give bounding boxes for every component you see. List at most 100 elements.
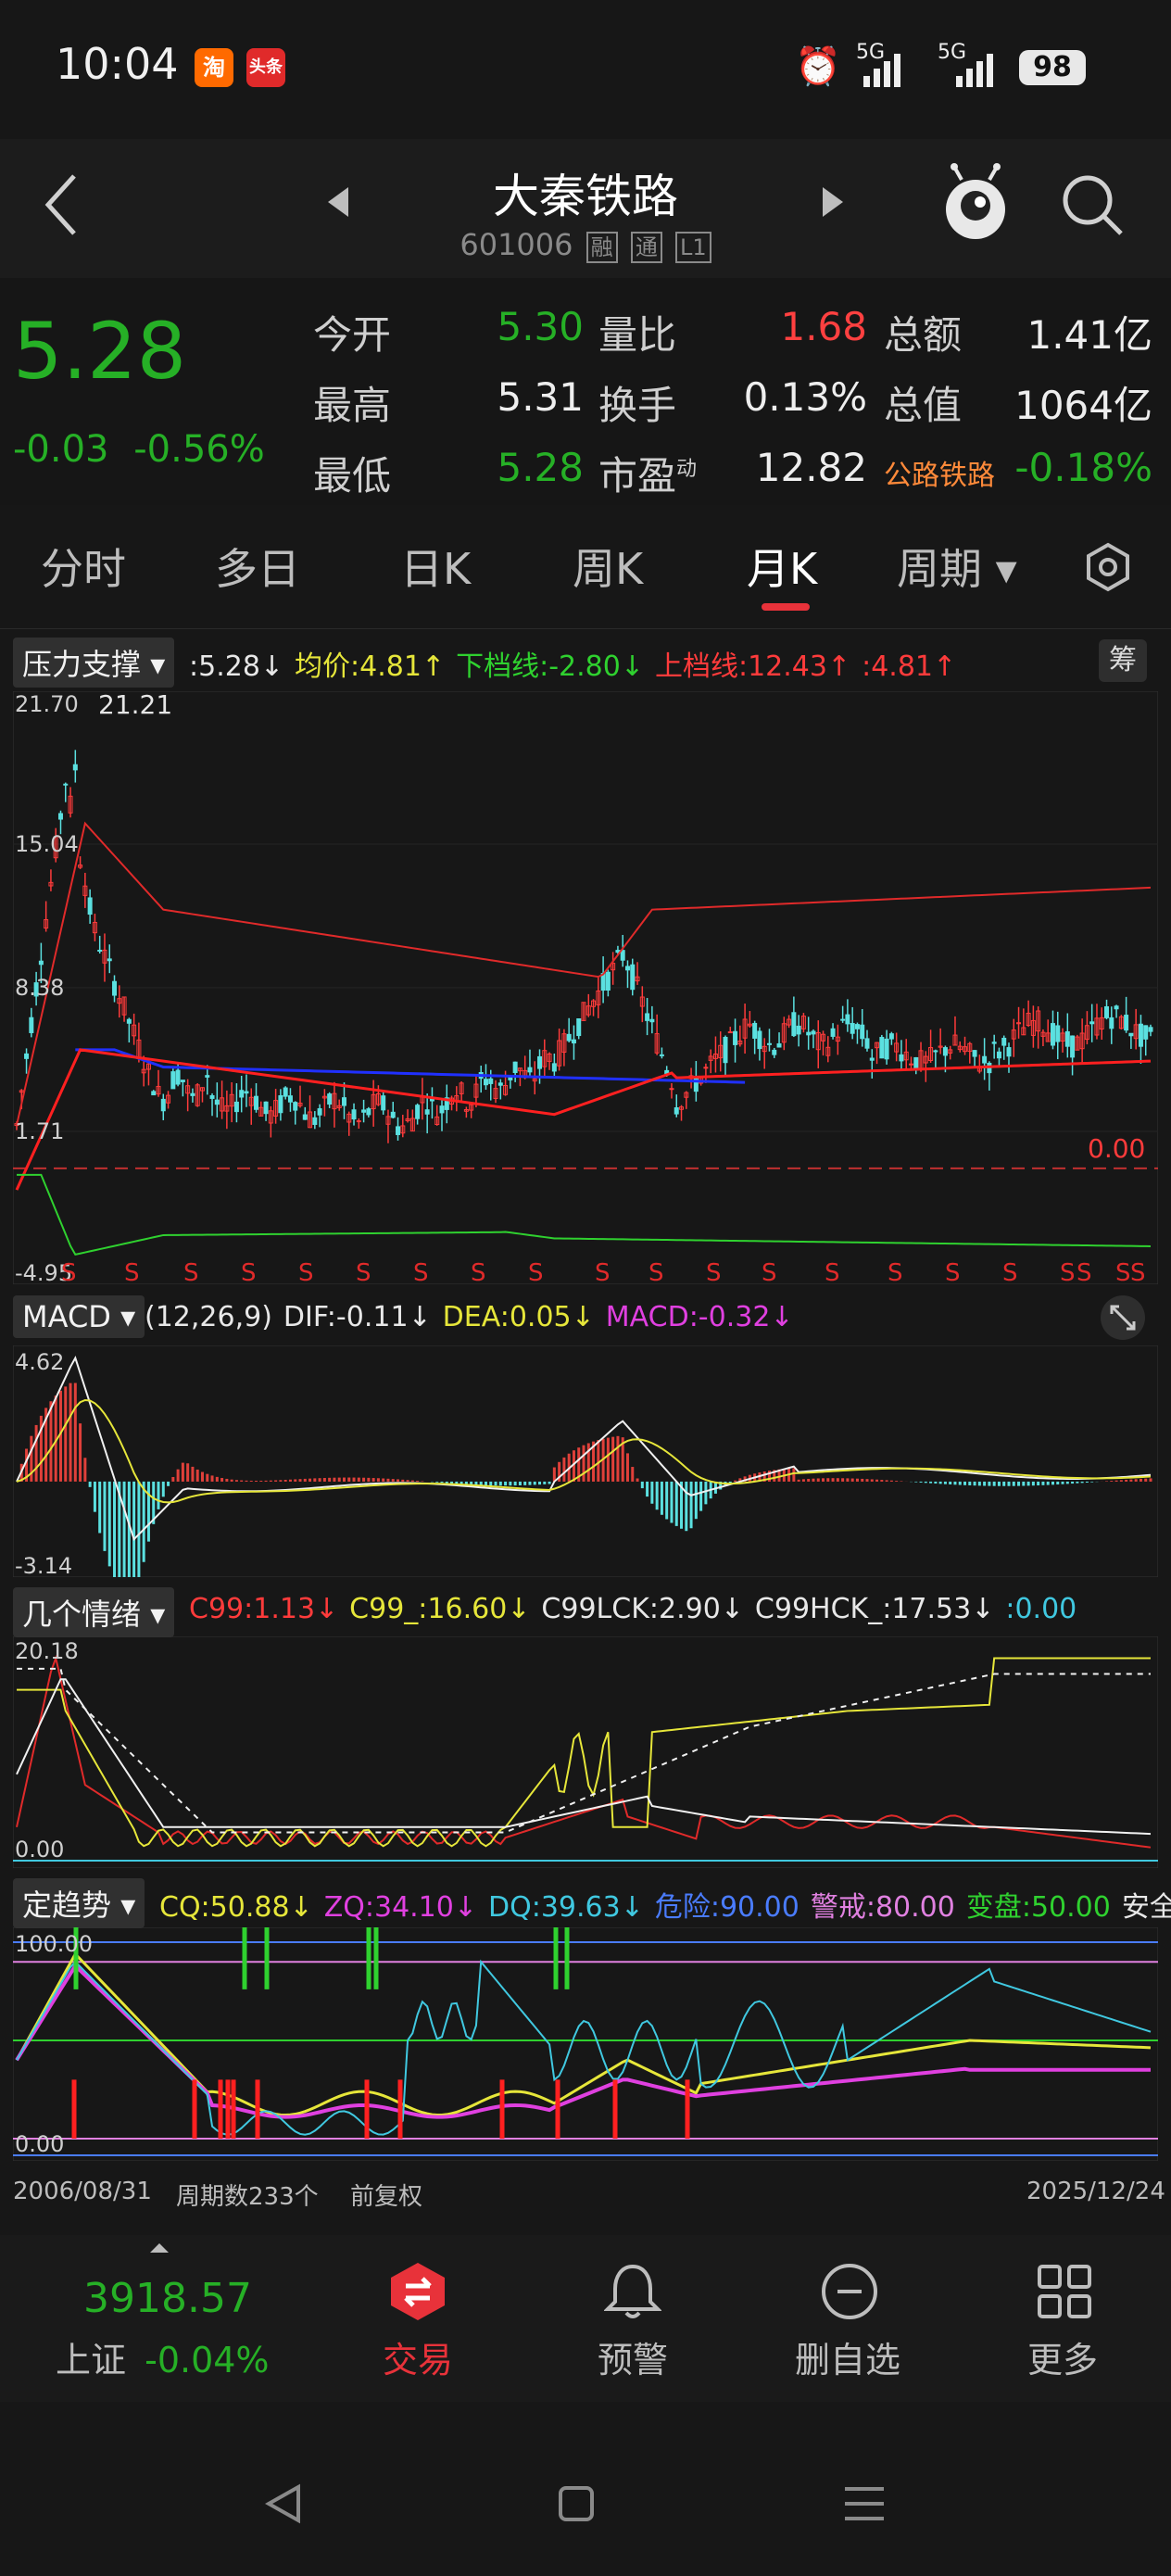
quote-value: 12.82 — [755, 445, 867, 490]
sell-marker: S — [1130, 1259, 1146, 1284]
system-home-icon[interactable] — [558, 2485, 595, 2522]
bell-icon[interactable] — [604, 2261, 661, 2322]
y-axis-label: 0.00 — [15, 1837, 64, 1863]
legend-item: :5.28↓ — [189, 650, 284, 683]
candle-body — [72, 764, 78, 771]
legend-item: C99:1.13↓ — [189, 1593, 339, 1625]
mood-indicator-select[interactable]: 几个情绪 ▾ — [13, 1587, 175, 1637]
robot-assistant-icon[interactable] — [941, 163, 1010, 243]
candle-body — [415, 1105, 421, 1119]
chip-distribution-button[interactable]: 筹 — [1099, 639, 1147, 682]
nav-alert-label[interactable]: 预警 — [563, 2331, 702, 2382]
trade-icon[interactable] — [387, 2261, 448, 2322]
sell-marker: S — [595, 1259, 611, 1284]
status-bar: 10:04 淘 头条 ⏰ 5G 5G 98 — [0, 0, 1171, 139]
nav-trade-label[interactable]: 交易 — [348, 2331, 487, 2382]
quote-value: 0.13% — [743, 374, 867, 420]
index-info[interactable]: 上证 -0.04% — [56, 2331, 270, 2382]
index-value[interactable]: 3918.57 — [83, 2275, 252, 2322]
kline-chart[interactable]: 21.7015.048.381.71-4.9521.210.00S S S S S S S S… — [13, 691, 1158, 1284]
system-menu-icon[interactable] — [843, 2485, 886, 2522]
candle-body — [1148, 1027, 1153, 1032]
candle-body — [1006, 1047, 1012, 1057]
candle-body — [703, 1067, 709, 1069]
quote-value: 1064亿 — [1014, 383, 1152, 428]
candle-body — [811, 1030, 816, 1035]
candle-body — [723, 1037, 728, 1064]
candle-body — [854, 1024, 860, 1029]
taobao-icon: 淘 — [195, 48, 233, 87]
tab-4[interactable]: 月K — [747, 536, 817, 597]
c99hck-line — [17, 1667, 1151, 1834]
legend-item: ZQ:34.10↓ — [323, 1891, 477, 1924]
legend-item: 安全: — [1121, 1891, 1171, 1924]
candle-body — [845, 1014, 850, 1025]
candle-body — [1089, 1021, 1095, 1025]
adjust-mode: 前复权 — [350, 2183, 423, 2211]
clock: 10:04 — [56, 39, 179, 89]
y-axis-label: -3.14 — [15, 1553, 72, 1577]
nav-more-label[interactable]: 更多 — [993, 2331, 1132, 2382]
end-date: 2025/12/24 — [1026, 2178, 1165, 2205]
macd-chart[interactable]: 4.62 -3.14 — [13, 1345, 1158, 1577]
candle-body — [366, 1108, 371, 1116]
candle-body — [566, 1033, 572, 1042]
quote-label: 市盈动 — [598, 453, 698, 499]
tab-0[interactable]: 分时 — [41, 536, 126, 597]
trend-indicator-select[interactable]: 定趋势 ▾ — [13, 1878, 145, 1928]
sell-marker: S — [61, 1259, 77, 1284]
candle-body — [175, 1069, 181, 1085]
legend-item: 下档线:-2.80↓ — [456, 650, 644, 683]
candle-body — [190, 1092, 195, 1096]
candle-body — [537, 1055, 543, 1069]
candle-body — [239, 1090, 245, 1098]
candle-body — [254, 1095, 259, 1110]
candle-body — [860, 1024, 865, 1040]
candle-body — [97, 949, 103, 952]
next-stock-icon[interactable] — [821, 185, 845, 219]
candle-body — [1064, 1030, 1070, 1047]
legend-item: 变盘:50.00 — [965, 1891, 1111, 1924]
search-icon[interactable] — [1060, 172, 1125, 237]
price-change: -0.03 -0.56% — [13, 428, 265, 471]
macd-indicator-select[interactable]: MACD ▾ — [13, 1295, 145, 1338]
candle-body — [283, 1087, 288, 1097]
tab-2[interactable]: 日K — [400, 536, 471, 597]
expand-icon[interactable] — [1099, 1294, 1147, 1342]
y-axis-label: 0.00 — [15, 2131, 64, 2157]
mood-indicator-bar: 几个情绪 ▾ — [13, 1587, 175, 1637]
period-count: 周期数233个 — [176, 2183, 319, 2211]
settings-icon[interactable] — [1082, 541, 1134, 593]
candle-body — [850, 1023, 855, 1034]
tab-5[interactable]: 周期 ▾ — [897, 536, 1017, 597]
candle-body — [278, 1095, 283, 1114]
legend-item: :4.81↑ — [862, 650, 957, 683]
candle-body — [126, 1018, 132, 1024]
quote-value: 1.68 — [780, 304, 867, 349]
current-price: 5.28 — [13, 306, 187, 397]
candle-body — [488, 1078, 494, 1084]
more-grid-icon[interactable] — [1034, 2261, 1095, 2322]
candle-body — [869, 1057, 875, 1061]
candle-body — [884, 1038, 889, 1060]
candle-body — [899, 1054, 904, 1062]
expand-up-icon[interactable] — [148, 2241, 170, 2254]
nav-remove-label[interactable]: 删自选 — [778, 2331, 917, 2382]
tab-1[interactable]: 多日 — [215, 536, 300, 597]
pe-type-sup: 动 — [676, 458, 698, 481]
chart-frame — [13, 1636, 1158, 1868]
mood-chart[interactable]: 20.18 0.00 — [13, 1636, 1158, 1868]
legend-item: 上档线:12.43↑ — [654, 650, 851, 683]
candle-body — [356, 1120, 361, 1123]
tab-3[interactable]: 周K — [573, 536, 643, 597]
trend-chart[interactable]: 100.00 0.00 — [13, 1927, 1158, 2161]
candle-body — [233, 1101, 239, 1113]
main-indicator-select[interactable]: 压力支撑 ▾ — [13, 638, 175, 688]
quote-label: 今开 — [313, 312, 392, 358]
system-back-icon[interactable] — [265, 2483, 302, 2524]
candle-body — [1128, 1032, 1134, 1037]
candle-body — [864, 1038, 870, 1049]
remove-watchlist-icon[interactable] — [819, 2261, 880, 2322]
candle-body — [160, 1098, 166, 1112]
candle-body — [209, 1094, 215, 1099]
